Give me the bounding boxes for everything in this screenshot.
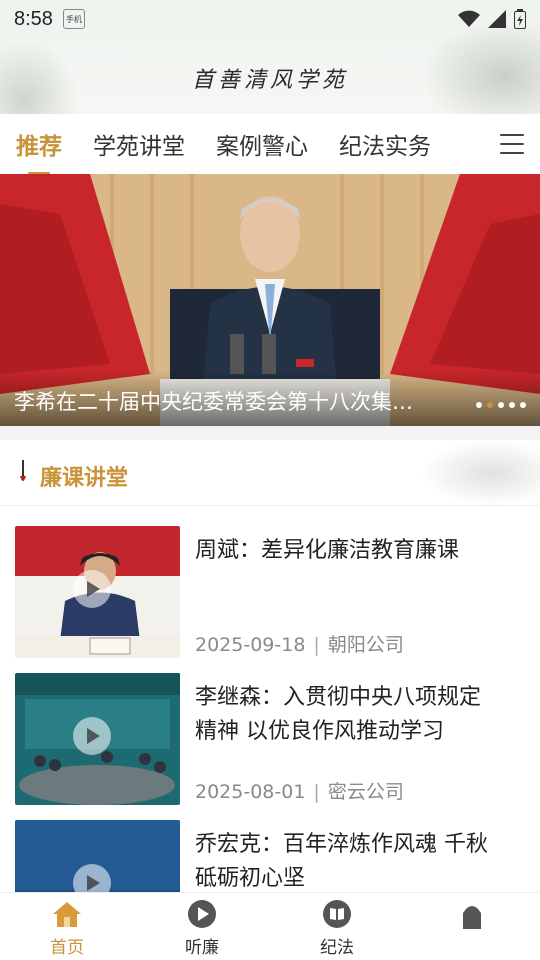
list-item[interactable]: 周斌：差异化廉洁教育廉课 2025-09-18 | 朝阳公司 — [0, 526, 540, 666]
video-thumbnail[interactable] — [15, 673, 180, 805]
status-bar: 8:58 手机 — [0, 0, 540, 38]
lecture-list: 周斌：差异化廉洁教育廉课 2025-09-18 | 朝阳公司 李继森：入贯彻中央八项… — [0, 506, 540, 892]
play-icon[interactable] — [73, 570, 111, 608]
book-icon — [322, 899, 352, 929]
carousel-indicators — [476, 402, 526, 408]
play-circle-icon — [187, 899, 217, 929]
brush-icon — [20, 460, 26, 481]
carousel-dot[interactable] — [476, 402, 482, 408]
banner-carousel[interactable]: 李希在二十届中央纪委常委会第十八次集… — [0, 174, 540, 426]
section-header: 廉课讲堂 — [0, 440, 540, 506]
item-source: 密云公司 — [327, 781, 404, 803]
battery-icon — [514, 9, 526, 29]
signal-icon — [488, 10, 506, 28]
tab-case-warning[interactable]: 案例警心 — [216, 127, 308, 161]
status-time: 8:58 — [14, 7, 53, 30]
nav-label: 首页 — [50, 938, 84, 958]
item-meta: 2025-08-01 | 密云公司 — [195, 777, 404, 804]
tab-discipline-practice[interactable]: 纪法实务 — [339, 127, 431, 161]
item-title[interactable]: 周斌：差异化廉洁教育廉课 — [195, 534, 495, 568]
tab-recommend[interactable]: 推荐 — [16, 127, 62, 175]
carousel-dot-active[interactable] — [487, 402, 493, 408]
video-thumbnail[interactable] — [15, 820, 180, 892]
wifi-icon — [458, 10, 480, 27]
nav-label: 纪法 — [320, 938, 354, 958]
play-icon[interactable] — [73, 717, 111, 755]
nav-more[interactable] — [432, 899, 512, 933]
banner-caption[interactable]: 李希在二十届中央纪委常委会第十八次集… — [14, 386, 454, 416]
meta-separator: | — [313, 634, 320, 656]
carousel-dot[interactable] — [509, 402, 515, 408]
video-thumbnail[interactable] — [15, 526, 180, 658]
category-tabs: 推荐 学苑讲堂 案例警心 纪法实务 — [0, 114, 540, 175]
nav-home[interactable]: 首页 — [27, 899, 107, 958]
more-icon — [457, 899, 487, 929]
home-icon — [52, 899, 82, 929]
menu-icon[interactable] — [500, 134, 524, 154]
nav-label: 听廉 — [185, 938, 219, 958]
item-date: 2025-09-18 — [195, 634, 306, 656]
bottom-navigation: 首页 听廉 纪法 — [0, 892, 540, 960]
list-item[interactable]: 李继森：入贯彻中央八项规定精神 以优良作风推动学习 2025-08-01 | 密云公… — [0, 673, 540, 813]
carousel-dot[interactable] — [498, 402, 504, 408]
item-title[interactable]: 李继森：入贯彻中央八项规定精神 以优良作风推动学习 — [195, 681, 495, 749]
list-item[interactable]: 乔宏克：百年淬炼作风魂 千秋砥砺初心坚 — [0, 820, 540, 892]
item-title[interactable]: 乔宏克：百年淬炼作风魂 千秋砥砺初心坚 — [195, 828, 495, 892]
meta-separator: | — [313, 781, 320, 803]
item-meta: 2025-09-18 | 朝阳公司 — [195, 630, 404, 657]
section-divider — [0, 426, 540, 440]
brand-title: 首善清风学苑 — [191, 68, 348, 93]
nav-discipline[interactable]: 纪法 — [297, 899, 377, 958]
status-icons — [458, 9, 526, 29]
notification-icon: 手机 — [62, 9, 85, 29]
nav-listen[interactable]: 听廉 — [162, 899, 242, 958]
section-title: 廉课讲堂 — [40, 466, 129, 491]
item-source: 朝阳公司 — [327, 634, 404, 656]
tab-academy-lecture[interactable]: 学苑讲堂 — [93, 127, 185, 161]
flower-decoration — [420, 440, 540, 505]
carousel-dot[interactable] — [520, 402, 526, 408]
notification-text: 手机 — [65, 14, 82, 24]
item-date: 2025-08-01 — [195, 781, 306, 803]
